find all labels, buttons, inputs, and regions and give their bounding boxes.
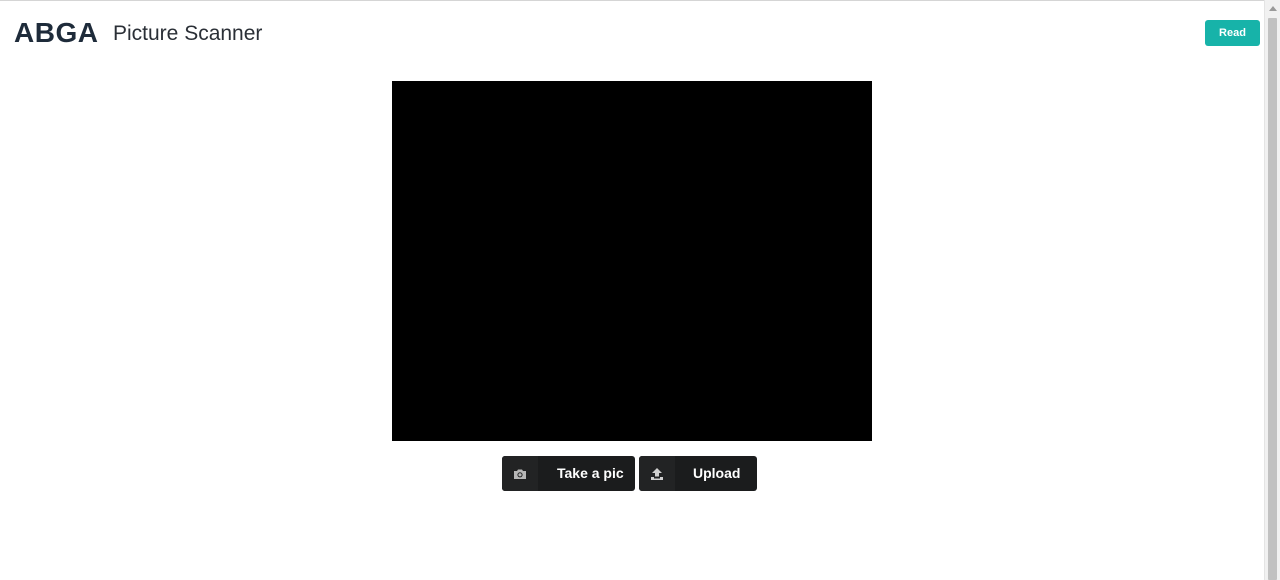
camera-preview: [392, 81, 872, 441]
page: ABGA Picture Scanner Read Take a pic Upl…: [0, 0, 1280, 580]
read-button[interactable]: Read: [1205, 20, 1260, 46]
page-title: Picture Scanner: [113, 22, 263, 45]
take-pic-label: Take a pic: [557, 465, 624, 481]
upload-label: Upload: [693, 465, 741, 481]
logo: ABGA: [14, 17, 99, 48]
upload-button[interactable]: Upload: [639, 456, 757, 491]
take-pic-button[interactable]: Take a pic: [502, 456, 635, 491]
upload-icon: [639, 456, 675, 491]
scrollbar[interactable]: [1264, 0, 1280, 580]
camera-icon: [502, 456, 538, 491]
scroll-up-arrow-icon[interactable]: [1269, 6, 1277, 11]
scrollbar-thumb[interactable]: [1268, 18, 1277, 580]
header: ABGA Picture Scanner Read: [0, 3, 1264, 63]
